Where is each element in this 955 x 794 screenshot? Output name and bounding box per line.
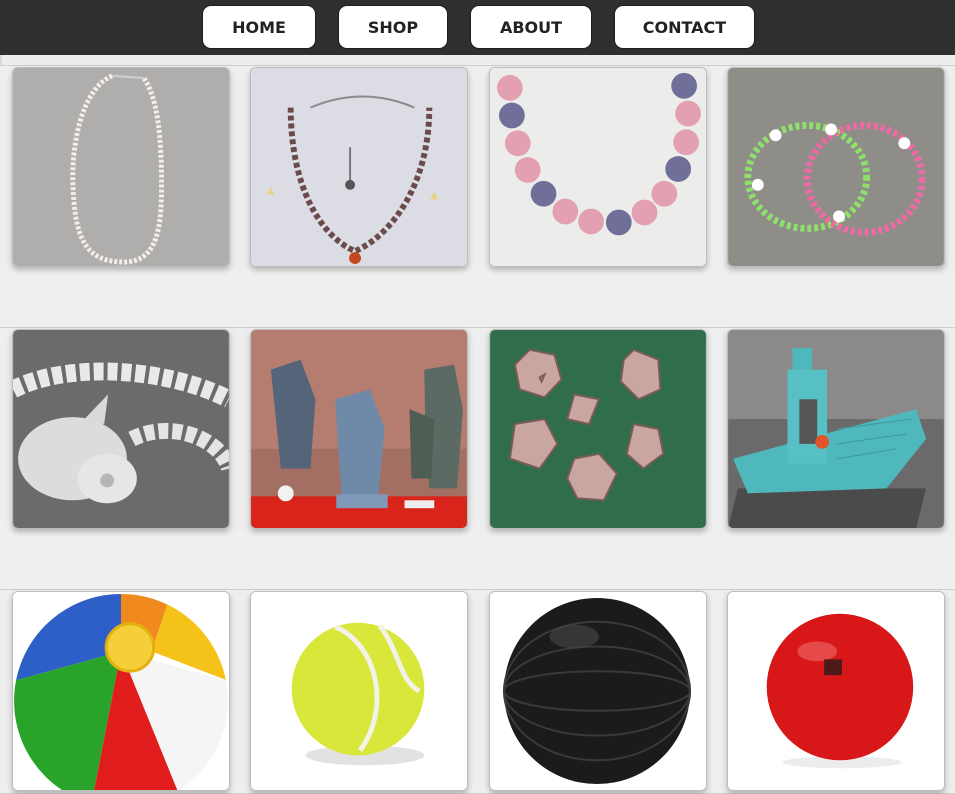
row-gap [0,531,955,589]
pink-blue-bead-bracelet-image [490,68,706,266]
product-card-red-ball[interactable] [727,591,945,791]
product-card-articulated-dragon[interactable] [12,329,230,529]
exercise-ball-image [490,592,706,790]
beaded-charm-necklace-image [251,68,467,266]
red-ball-image [728,592,944,790]
row-gap [0,269,955,327]
benchy-boat-image [728,330,944,528]
lattice-dice-set-image [490,330,706,528]
pearl-necklace-image [13,68,229,266]
nav-shop-button[interactable]: SHOP [338,5,448,49]
tennis-ball-image [251,592,467,790]
nav-about-button[interactable]: ABOUT [470,5,592,49]
product-card-beaded-necklace[interactable] [250,67,468,267]
product-card-miniatures[interactable] [250,329,468,529]
product-card-dice-set[interactable] [489,329,707,529]
product-card-pearl-necklace[interactable] [12,67,230,267]
beach-ball-image [13,592,229,790]
heart-bead-bracelets-image [728,68,944,266]
articulated-dragon-image [13,330,229,528]
product-card-bead-bracelet[interactable] [489,67,707,267]
top-navigation-bar: HOME SHOP ABOUT CONTACT [0,0,955,55]
product-card-beach-ball[interactable] [12,591,230,791]
product-card-heart-bracelets[interactable] [727,67,945,267]
nav-home-button[interactable]: HOME [202,5,316,49]
nav-contact-button[interactable]: CONTACT [614,5,755,49]
product-card-tennis-ball[interactable] [250,591,468,791]
miniature-figures-image [251,330,467,528]
product-card-benchy-boat[interactable] [727,329,945,529]
product-card-exercise-ball[interactable] [489,591,707,791]
